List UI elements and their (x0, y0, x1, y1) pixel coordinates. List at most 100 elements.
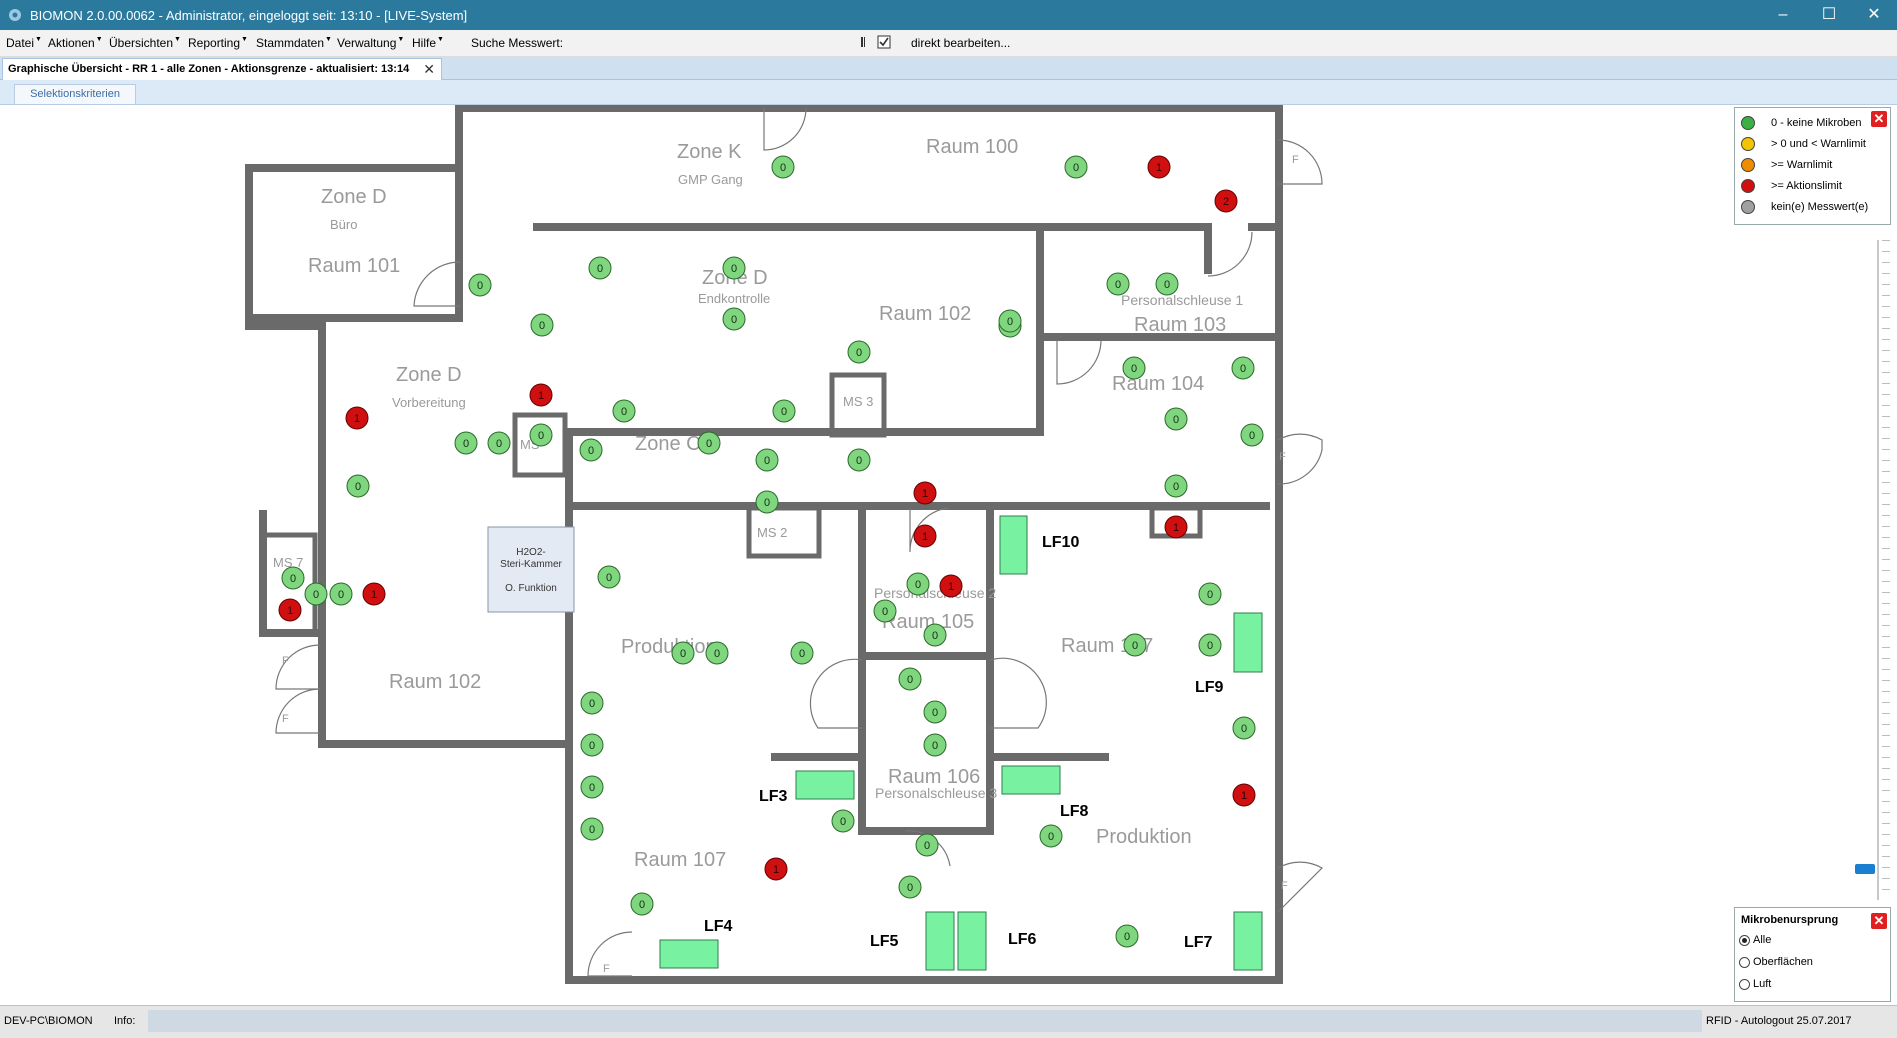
marker-no-microbes[interactable]: 0 (597, 565, 621, 589)
marker-no-microbes[interactable]: 0 (923, 623, 947, 647)
marker-action-limit[interactable]: 1 (764, 857, 788, 881)
checkbox-checked-icon[interactable] (877, 35, 891, 49)
marker-no-microbes[interactable]: 0 (906, 572, 930, 596)
marker-no-microbes[interactable]: 0 (915, 833, 939, 857)
marker-no-microbes[interactable]: 0 (1232, 716, 1256, 740)
marker-action-limit[interactable]: 1 (913, 481, 937, 505)
marker-no-microbes[interactable]: 0 (722, 256, 746, 280)
marker-no-microbes[interactable]: 0 (580, 691, 604, 715)
marker-no-microbes[interactable]: 0 (1106, 272, 1130, 296)
marker-no-microbes[interactable]: 0 (755, 448, 779, 472)
marker-no-microbes[interactable]: 0 (1198, 582, 1222, 606)
marker-action-limit[interactable]: 1 (278, 598, 302, 622)
menu-verwaltung[interactable]: Verwaltung▼ (337, 36, 404, 50)
marker-no-microbes[interactable]: 0 (580, 733, 604, 757)
menu-aktionen[interactable]: Aktionen▼ (48, 36, 103, 50)
close-legend-icon[interactable]: ✕ (1871, 111, 1887, 127)
marker-no-microbes[interactable]: 0 (1155, 272, 1179, 296)
marker-value: 0 (597, 263, 603, 275)
label-lf9: LF9 (1195, 679, 1224, 696)
marker-no-microbes[interactable]: 0 (612, 399, 636, 423)
marker-no-microbes[interactable]: 0 (898, 875, 922, 899)
marker-no-microbes[interactable]: 0 (771, 155, 795, 179)
marker-no-microbes[interactable]: 0 (697, 431, 721, 455)
radio-luft[interactable]: Luft (1739, 978, 1771, 990)
tab-graphic-overview[interactable]: Graphische Übersicht - RR 1 - alle Zonen… (2, 58, 442, 80)
marker-no-microbes[interactable]: 0 (529, 423, 553, 447)
marker-no-microbes[interactable]: 0 (304, 582, 328, 606)
marker-action-limit[interactable]: 1 (345, 406, 369, 430)
marker-no-microbes[interactable]: 0 (1123, 633, 1147, 657)
marker-no-microbes[interactable]: 0 (630, 892, 654, 916)
label-raum-102-top: Raum 102 (879, 303, 971, 325)
marker-action-limit[interactable]: 1 (362, 582, 386, 606)
marker-no-microbes[interactable]: 0 (898, 667, 922, 691)
marker-action-limit[interactable]: 1 (1164, 515, 1188, 539)
marker-value: 0 (538, 430, 544, 442)
search-input[interactable] (566, 33, 860, 55)
close-window-button[interactable]: ✕ (1851, 0, 1897, 30)
marker-action-limit[interactable]: 1 (913, 524, 937, 548)
marker-action-limit[interactable]: 2 (1214, 189, 1238, 213)
marker-no-microbes[interactable]: 0 (772, 399, 796, 423)
marker-no-microbes[interactable]: 0 (1164, 407, 1188, 431)
door-arc (763, 107, 807, 151)
marker-no-microbes[interactable]: 0 (1064, 155, 1088, 179)
marker-no-microbes[interactable]: 0 (722, 307, 746, 331)
marker-value: 1 (1173, 522, 1179, 534)
label-ms2: MS 2 (757, 525, 787, 540)
tab-selection-criteria[interactable]: Selektionskriterien (14, 84, 136, 104)
marker-no-microbes[interactable]: 0 (1240, 423, 1264, 447)
menu-stammdaten[interactable]: Stammdaten▼ (256, 36, 332, 50)
legend-label: >= Aktionslimit (1771, 180, 1842, 192)
menu-reporting[interactable]: Reporting▼ (188, 36, 248, 50)
marker-no-microbes[interactable]: 0 (1198, 633, 1222, 657)
marker-no-microbes[interactable]: 0 (530, 313, 554, 337)
marker-no-microbes[interactable]: 0 (580, 775, 604, 799)
marker-no-microbes[interactable]: 0 (873, 599, 897, 623)
marker-action-limit[interactable]: 1 (529, 383, 553, 407)
marker-action-limit[interactable]: 1 (1232, 783, 1256, 807)
menu-hilfe[interactable]: Hilfe▼ (412, 36, 444, 50)
marker-no-microbes[interactable]: 0 (329, 582, 353, 606)
marker-no-microbes[interactable]: 0 (923, 700, 947, 724)
marker-no-microbes[interactable]: 0 (847, 448, 871, 472)
marker-no-microbes[interactable]: 0 (281, 566, 305, 590)
marker-no-microbes[interactable]: 0 (923, 733, 947, 757)
marker-action-limit[interactable]: 1 (939, 574, 963, 598)
marker-no-microbes[interactable]: 0 (1231, 356, 1255, 380)
status-user: DEV-PC\BIOMON (4, 1015, 93, 1027)
marker-no-microbes[interactable]: 0 (579, 438, 603, 462)
marker-no-microbes[interactable]: 0 (1164, 474, 1188, 498)
marker-no-microbes[interactable]: 0 (588, 256, 612, 280)
maximize-button[interactable]: ☐ (1806, 0, 1852, 30)
radio-oberflaechen[interactable]: Oberflächen (1739, 956, 1813, 968)
marker-no-microbes[interactable]: 0 (487, 431, 511, 455)
zoom-slider-track[interactable] (1877, 240, 1879, 900)
edit-directly-label[interactable]: direkt bearbeiten... (911, 36, 1010, 50)
marker-no-microbes[interactable]: 0 (1039, 824, 1063, 848)
close-origin-panel-icon[interactable]: ✕ (1871, 913, 1887, 929)
marker-no-microbes[interactable]: 0 (998, 309, 1022, 333)
radio-alle[interactable]: Alle (1739, 934, 1771, 946)
marker-no-microbes[interactable]: 0 (454, 431, 478, 455)
menu-uebersichten[interactable]: Übersichten▼ (109, 36, 181, 50)
marker-no-microbes[interactable]: 0 (755, 490, 779, 514)
menu-datei[interactable]: Datei▼ (6, 36, 42, 50)
marker-value: 0 (1173, 481, 1179, 493)
marker-value: 0 (764, 455, 770, 467)
close-tab-icon[interactable]: ✕ (423, 61, 435, 78)
marker-no-microbes[interactable]: 0 (847, 340, 871, 364)
marker-no-microbes[interactable]: 0 (790, 641, 814, 665)
minimize-button[interactable]: – (1760, 0, 1806, 30)
marker-no-microbes[interactable]: 0 (671, 641, 695, 665)
marker-no-microbes[interactable]: 0 (580, 817, 604, 841)
marker-no-microbes[interactable]: 0 (1122, 356, 1146, 380)
zoom-slider-thumb[interactable] (1855, 864, 1875, 874)
marker-no-microbes[interactable]: 0 (468, 273, 492, 297)
marker-no-microbes[interactable]: 0 (346, 474, 370, 498)
marker-no-microbes[interactable]: 0 (831, 809, 855, 833)
marker-action-limit[interactable]: 1 (1147, 155, 1171, 179)
marker-no-microbes[interactable]: 0 (705, 641, 729, 665)
marker-no-microbes[interactable]: 0 (1115, 924, 1139, 948)
